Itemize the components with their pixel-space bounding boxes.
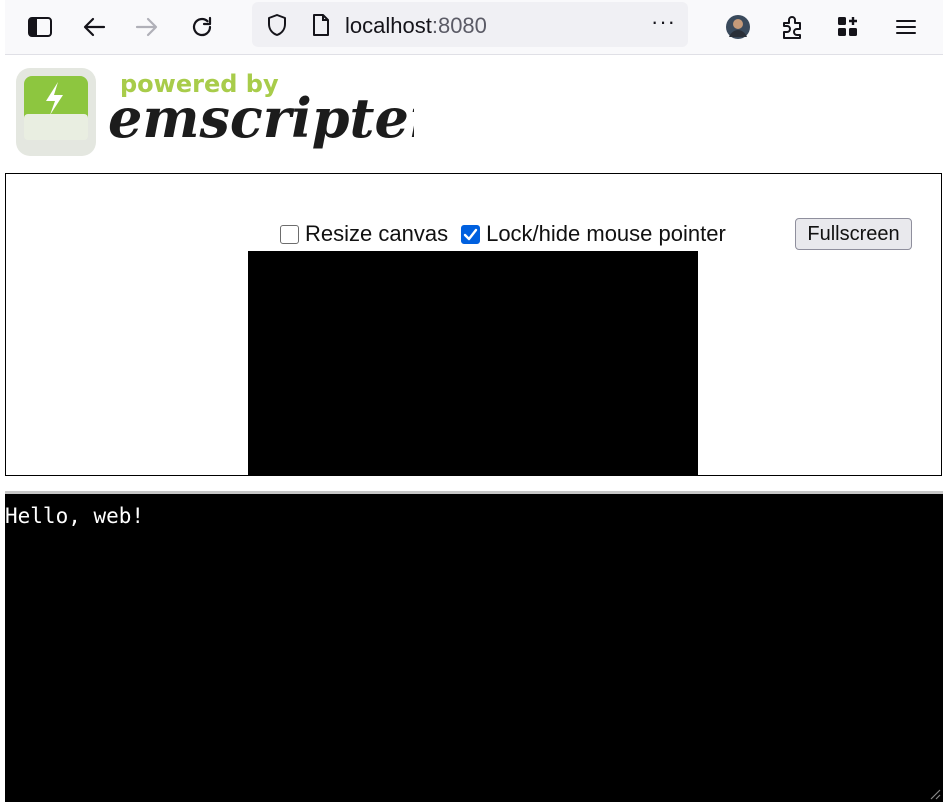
page-actions-menu-button[interactable]: ··· [651,9,676,35]
reload-icon[interactable] [187,12,217,42]
browser-toolbar: localhost:8080 ··· [5,0,943,55]
menu-icon[interactable] [891,12,921,42]
extensions-icon[interactable] [777,12,807,42]
apps-icon[interactable] [833,12,863,42]
resize-grip-icon[interactable] [927,786,941,800]
url-port: :8080 [431,13,487,38]
url-bar[interactable]: localhost:8080 ··· [252,2,688,47]
output-text: Hello, web! [5,504,145,528]
resize-canvas-checkbox[interactable] [280,224,299,244]
lock-pointer-label[interactable]: Lock/hide mouse pointer [486,221,726,247]
resize-canvas-label[interactable]: Resize canvas [305,221,448,247]
emscripten-logo[interactable]: powered by emscripten [14,64,448,164]
forward-arrow-icon[interactable] [132,12,162,42]
emscripten-canvas[interactable] [248,251,698,476]
page-icon[interactable] [306,10,336,40]
canvas-controls: Resize canvas Lock/hide mouse pointer [280,221,726,247]
output-console[interactable]: Hello, web! [5,494,943,802]
fullscreen-button[interactable]: Fullscreen [795,218,912,250]
lock-pointer-checkbox[interactable] [461,224,481,244]
checkmark-icon [463,228,478,240]
sidebar-icon[interactable] [25,12,55,42]
back-arrow-icon[interactable] [79,12,109,42]
url-text[interactable]: localhost:8080 [345,13,487,39]
avatar[interactable] [723,12,753,42]
url-host: localhost [345,13,432,38]
shield-icon[interactable] [262,10,292,40]
logo-wordmark: emscripten [108,86,414,150]
